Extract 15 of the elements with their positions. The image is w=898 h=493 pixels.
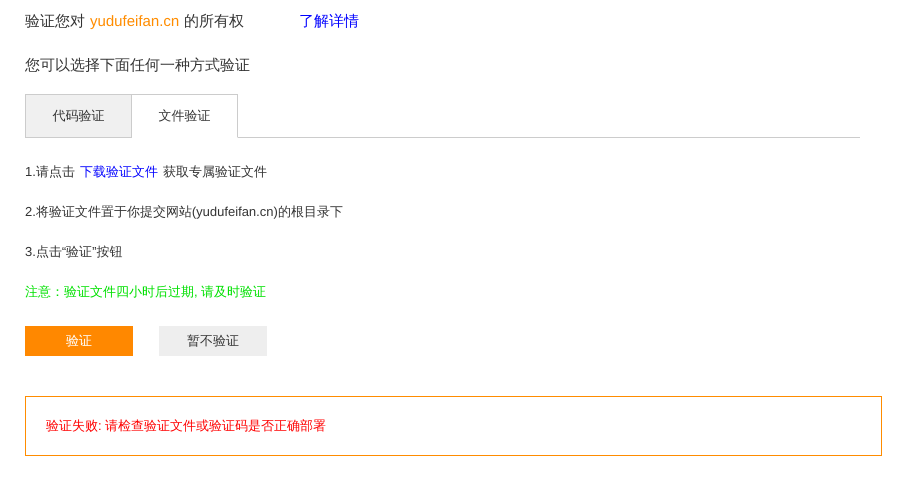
step-text: 3.点击“验证”按钮 <box>25 243 122 261</box>
skip-button[interactable]: 暂不验证 <box>159 326 267 356</box>
step-text: 2.将验证文件置于你提交网站(yudufeifan.cn)的根目录下 <box>25 203 343 221</box>
domain-name: yudufeifan.cn <box>90 12 180 30</box>
step-text: 获取专属验证文件 <box>162 163 267 181</box>
notice-text: 注意：验证文件四小时后过期, 请及时验证 <box>25 283 268 301</box>
intro-text: 您可以选择下面任何一种方式验证 <box>25 56 251 76</box>
tab[interactable]: 代码验证 <box>25 94 132 138</box>
heading-text: 验证您对 <box>25 12 85 30</box>
step-text: 1.请点击 <box>25 163 75 181</box>
learn-more-link[interactable]: 了解详情 <box>299 12 360 30</box>
heading-text: 的所有权 <box>184 12 244 30</box>
error-message: 验证失败: 请检查验证文件或验证码是否正确部署 <box>46 417 326 435</box>
tab[interactable]: 文件验证 <box>132 94 238 138</box>
download-link[interactable]: 下载验证文件 <box>80 163 158 181</box>
